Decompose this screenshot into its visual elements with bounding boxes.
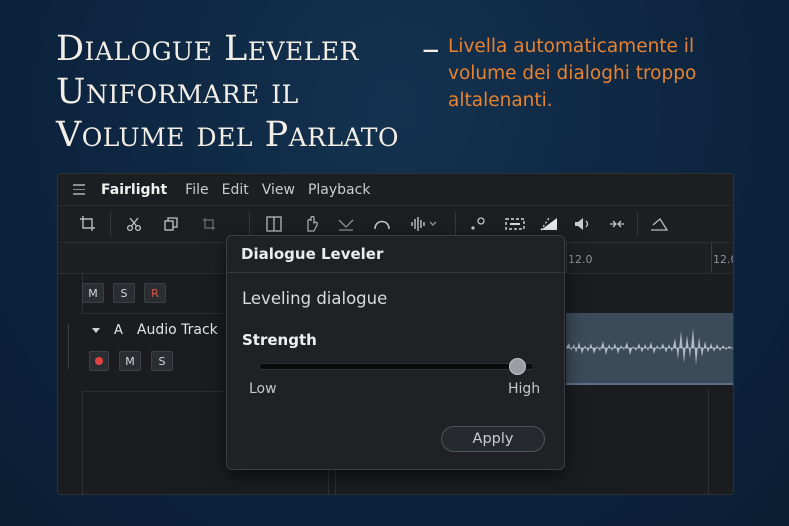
global-msr-buttons: M S R: [82, 283, 166, 303]
hamburger-icon[interactable]: [73, 184, 85, 195]
expand-triangle-icon[interactable]: [92, 327, 100, 333]
track-solo-button[interactable]: S: [151, 351, 173, 371]
clip-gain-icon[interactable]: [503, 214, 527, 234]
title-line-3: Volume del Parlato: [56, 115, 399, 155]
solo-button[interactable]: S: [113, 283, 135, 303]
strength-slider[interactable]: [259, 358, 534, 375]
app-name: Fairlight: [101, 181, 168, 198]
chevron-down-icon[interactable]: [427, 214, 439, 234]
track-header[interactable]: A Audio Track M S: [82, 313, 227, 392]
strength-slider-fill: [260, 364, 517, 369]
curve-icon[interactable]: [372, 214, 392, 234]
record-arm-button[interactable]: R: [144, 283, 166, 303]
menu-playback[interactable]: Playback: [308, 182, 370, 198]
ruler-tick-label: 12.0: [713, 253, 733, 266]
apply-button[interactable]: Apply: [441, 426, 545, 452]
title-dash: –: [422, 29, 440, 69]
split-view-icon[interactable]: [264, 214, 284, 234]
nudge-icon[interactable]: [607, 214, 627, 234]
ramp-icon[interactable]: [538, 214, 560, 234]
track-color-bar: [68, 324, 69, 369]
menu-file[interactable]: File: [185, 182, 208, 198]
dialogue-leveler-dialog: Dialogue Leveler Leveling dialogue Stren…: [226, 235, 565, 470]
track-type-letter: A: [114, 322, 123, 338]
menu-edit[interactable]: Edit: [222, 182, 249, 198]
leveling-status-text: Leveling dialogue: [242, 289, 388, 308]
track-mute-button[interactable]: M: [119, 351, 141, 371]
strength-label: Strength: [242, 331, 317, 349]
copy-icon[interactable]: [161, 214, 181, 234]
scissors-icon[interactable]: [124, 214, 144, 234]
mute-button[interactable]: M: [82, 283, 104, 303]
title-line-2: Uniformare il: [56, 72, 299, 112]
crop-icon[interactable]: [78, 214, 98, 234]
hand-icon[interactable]: [302, 214, 322, 234]
menubar: Fairlight File Edit View Playback: [58, 174, 733, 206]
lane-divider: [708, 389, 709, 494]
ruler-tick-label: 12.0: [568, 253, 593, 266]
title-line-1: Dialogue Leveler: [56, 29, 359, 69]
headline-subtitle: Livella automaticamente il volume dei di…: [448, 36, 697, 111]
metronome-icon[interactable]: [649, 214, 669, 234]
record-icon[interactable]: [89, 351, 109, 371]
slider-low-label: Low: [249, 381, 277, 397]
track-name[interactable]: Audio Track: [137, 322, 218, 338]
trim-icon[interactable]: [199, 214, 219, 234]
dot-link-icon[interactable]: [468, 214, 488, 234]
slider-high-label: High: [508, 381, 541, 397]
strength-slider-thumb[interactable]: [508, 358, 526, 375]
speaker-icon[interactable]: [572, 214, 592, 234]
waveform-icon[interactable]: [408, 214, 428, 234]
fade-icon[interactable]: [336, 214, 356, 234]
dialog-title: Dialogue Leveler: [227, 236, 564, 273]
audio-clip-waveform[interactable]: [566, 313, 733, 385]
headline-title: Dialogue Leveler – Uniformare il Volume …: [56, 28, 456, 157]
menu-view[interactable]: View: [262, 182, 295, 198]
